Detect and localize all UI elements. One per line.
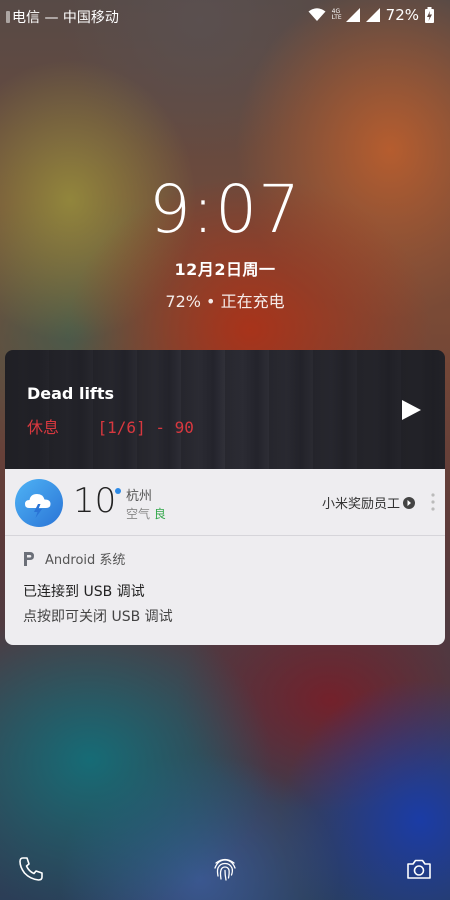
media-title: Dead lifts	[27, 384, 115, 403]
chevron-right-circle-icon	[403, 496, 415, 509]
status-bar: 电信 — 中国移动 4G LTE 72%	[0, 0, 450, 32]
media-subtitle: 休息 [1/6] - 90	[27, 418, 194, 437]
usb-debug-notification[interactable]: Android 系统 已连接到 USB 调试 点按即可关闭 USB 调试	[23, 549, 433, 626]
battery-charging-icon	[425, 7, 434, 23]
temperature: 10	[73, 481, 117, 521]
carrier-info: 电信 — 中国移动	[6, 7, 119, 27]
fingerprint-icon[interactable]	[210, 854, 240, 884]
play-icon[interactable]	[399, 398, 423, 422]
carrier-label: 电信 — 中国移动	[12, 10, 119, 26]
weather-promo-label: 小米奖励员工	[321, 497, 400, 512]
network-badge-bottom: LTE	[331, 14, 342, 21]
weather-promo-link[interactable]: 小米奖励员工	[322, 493, 415, 512]
weather-city: 杭州	[126, 489, 153, 504]
temperature-degree-dot	[115, 488, 121, 494]
sim-signal-icon	[6, 11, 10, 23]
battery-percent: 72%	[385, 6, 419, 24]
camera-icon[interactable]	[404, 854, 434, 884]
more-vertical-icon[interactable]	[431, 493, 435, 511]
android-system-icon	[24, 551, 34, 566]
lock-screen: 电信 — 中国移动 4G LTE 72% 9:07 12月2日周一 72% • …	[0, 0, 450, 900]
notification-app-name: Android 系统	[45, 553, 126, 568]
notification-panel: 10 杭州 空气 良 小米奖励员工 Android 系统 已连接到 USB 调试…	[5, 469, 445, 645]
air-quality: 空气 良	[126, 505, 166, 522]
cell-signal-icon	[345, 8, 360, 22]
notification-app-header: Android 系统	[23, 549, 433, 568]
cell-signal-2-icon	[365, 8, 380, 22]
notification-title: 已连接到 USB 调试	[23, 584, 145, 600]
lock-date: 12月2日周一	[174, 260, 276, 279]
aqi-level: 良	[153, 507, 166, 521]
status-icons: 4G LTE 72%	[308, 6, 434, 24]
notification-body: 点按即可关闭 USB 调试	[23, 609, 173, 625]
charging-status: 72% • 正在充电	[165, 292, 285, 311]
aqi-label: 空气	[126, 507, 151, 521]
weather-notification[interactable]: 10 杭州 空气 良 小米奖励员工	[5, 469, 445, 536]
network-type-badge: 4G LTE	[332, 9, 342, 21]
media-notification[interactable]: Dead lifts 休息 [1/6] - 90	[5, 350, 445, 470]
lock-clock: 9:07	[148, 171, 302, 248]
cloud-lightning-icon	[15, 479, 63, 527]
wifi-icon	[308, 8, 326, 21]
phone-icon[interactable]	[16, 854, 46, 884]
